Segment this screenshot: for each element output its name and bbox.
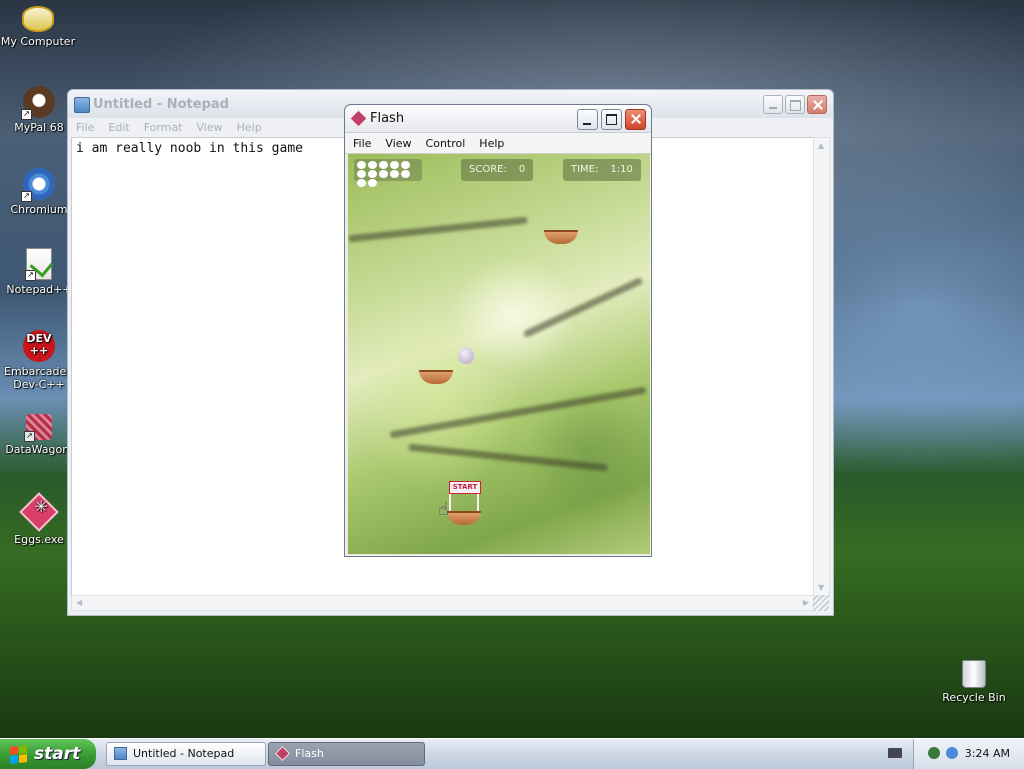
notepad-title: Untitled - Notepad: [93, 97, 229, 112]
start-flag[interactable]: START: [449, 481, 481, 494]
minimize-button[interactable]: [763, 95, 783, 114]
network-icon[interactable]: [928, 747, 940, 759]
score-display: SCORE: 0: [461, 159, 534, 181]
menu-edit[interactable]: Edit: [108, 121, 129, 134]
egg-life-icon: [379, 170, 388, 178]
flash-menubar: File View Control Help: [345, 133, 651, 154]
start-button[interactable]: start: [0, 739, 96, 769]
maximize-button[interactable]: [601, 109, 622, 130]
start-flag-pole: [477, 491, 479, 513]
eggs-exe-icon: [19, 492, 59, 532]
recycle-bin-icon: [962, 660, 986, 688]
taskbar-item-label: Untitled - Notepad: [133, 747, 235, 760]
scroll-down-icon[interactable]: ▼: [818, 584, 824, 592]
time-display: TIME: 1:10: [563, 159, 641, 181]
flash-icon: [349, 109, 368, 128]
desktop-icon-my-computer[interactable]: My Computer: [0, 6, 78, 48]
score-label: SCORE:: [469, 164, 507, 175]
notepad-icon: [114, 747, 127, 760]
time-label: TIME:: [571, 164, 599, 175]
menu-control[interactable]: Control: [426, 137, 466, 150]
menu-view[interactable]: View: [197, 121, 223, 134]
devcpp-icon: DEV ++: [23, 330, 55, 362]
flash-title: Flash: [370, 111, 405, 126]
minimize-button[interactable]: [577, 109, 598, 130]
time-value: 1:10: [610, 164, 633, 175]
flash-icon: [275, 746, 290, 761]
desktop-icon-recycle-bin[interactable]: Recycle Bin: [934, 660, 1014, 704]
start-flag-pole: [449, 491, 451, 513]
horizontal-scrollbar[interactable]: ◀ ▶: [71, 595, 814, 611]
tree-branch: [522, 276, 644, 339]
shortcut-arrow-icon: ↗: [21, 109, 32, 120]
vertical-scrollbar[interactable]: ▲ ▼: [813, 137, 830, 597]
basket: [544, 230, 578, 244]
devcpp-badge: DEV ++: [26, 332, 52, 357]
close-button[interactable]: [625, 109, 646, 130]
egg-life-icon: [390, 161, 399, 169]
flash-titlebar[interactable]: Flash: [345, 105, 651, 133]
basket: [419, 370, 453, 384]
taskbar: start Untitled - Notepad Flash 3:24 AM: [0, 738, 1024, 769]
menu-help[interactable]: Help: [479, 137, 504, 150]
game-stage[interactable]: SCORE: 0 TIME: 1:10 START ☝: [348, 154, 650, 554]
egg-life-icon: [357, 179, 366, 187]
taskbar-item-label: Flash: [295, 747, 324, 760]
menu-format[interactable]: Format: [144, 121, 183, 134]
desktop-icon-label: Recycle Bin: [942, 691, 1006, 704]
flash-window[interactable]: Flash File View Control Help SCORE: 0 TI…: [344, 104, 652, 557]
close-button[interactable]: [807, 95, 827, 114]
tree-branch: [348, 216, 528, 243]
desktop-icon-label: My Computer: [0, 35, 76, 48]
egg-life-icon: [368, 170, 377, 178]
egg: [458, 347, 474, 364]
taskbar-item-flash[interactable]: Flash: [268, 742, 425, 766]
shortcut-arrow-icon: ↗: [25, 270, 36, 281]
windows-logo-icon: [10, 745, 27, 764]
egg-life-icon: [368, 179, 377, 187]
start-label: start: [34, 744, 81, 764]
menu-view[interactable]: View: [385, 137, 411, 150]
menu-help[interactable]: Help: [237, 121, 262, 134]
desktop-icon-label: Embarcadero Dev-C++: [4, 365, 78, 391]
egg-life-icon: [368, 161, 377, 169]
datawagon-icon: ↗: [24, 414, 52, 442]
system-tray: 3:24 AM: [913, 739, 1024, 769]
shortcut-arrow-icon: ↗: [24, 431, 35, 442]
player-basket[interactable]: [447, 511, 481, 525]
notepad-icon: [74, 97, 90, 113]
egg-life-icon: [401, 170, 410, 178]
egg-life-icon: [401, 161, 410, 169]
chromium-icon: ↗: [21, 168, 55, 202]
hand-cursor-icon: ☝: [438, 499, 449, 520]
mypal-icon: ↗: [21, 86, 55, 120]
menu-file[interactable]: File: [353, 137, 371, 150]
menu-file[interactable]: File: [76, 121, 94, 134]
taskbar-item-notepad[interactable]: Untitled - Notepad: [106, 742, 266, 766]
scroll-up-icon[interactable]: ▲: [818, 142, 824, 150]
eggs-remaining-indicator: [354, 159, 422, 187]
tree-branch: [408, 443, 608, 472]
egg-life-icon: [357, 161, 366, 169]
tree-branch: [389, 386, 647, 439]
egg-life-icon: [357, 170, 366, 178]
my-computer-icon: [22, 6, 54, 32]
clock[interactable]: 3:24 AM: [965, 747, 1010, 760]
egg-life-icon: [379, 161, 388, 169]
scroll-left-icon[interactable]: ◀: [76, 599, 82, 607]
resize-grip[interactable]: [813, 595, 829, 611]
scroll-right-icon[interactable]: ▶: [803, 599, 809, 607]
keyboard-icon[interactable]: [888, 748, 902, 758]
egg-life-icon: [390, 170, 399, 178]
score-value: 0: [518, 164, 526, 175]
shortcut-arrow-icon: ↗: [21, 191, 32, 202]
notepadpp-icon: ↗: [25, 248, 52, 281]
volume-icon[interactable]: [946, 747, 958, 759]
maximize-button[interactable]: [785, 95, 805, 114]
